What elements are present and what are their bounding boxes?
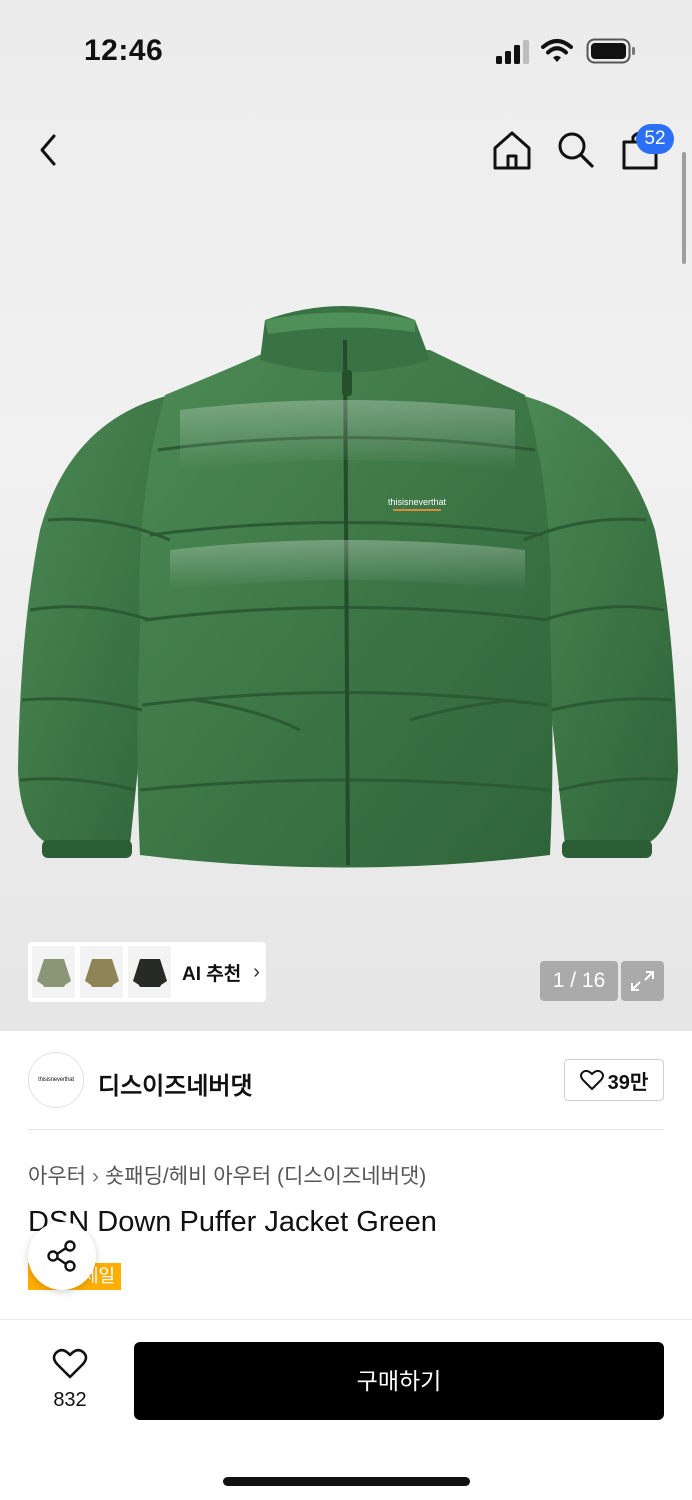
chevron-left-icon xyxy=(40,134,56,166)
divider xyxy=(28,1129,664,1130)
wifi-icon xyxy=(541,39,573,62)
product-image[interactable]: thisisneverthat xyxy=(10,300,684,890)
search-button[interactable] xyxy=(554,128,598,172)
battery-icon xyxy=(586,38,635,64)
status-bar: 12:46 xyxy=(0,0,692,100)
expand-icon xyxy=(631,971,654,991)
heart-icon xyxy=(52,1348,88,1379)
jacket-thumbnail-icon xyxy=(84,959,119,987)
expand-button[interactable] xyxy=(621,961,664,1001)
ai-recommend-label: AI 추천 xyxy=(182,963,242,985)
buy-button[interactable]: 구매하기 xyxy=(134,1342,664,1420)
breadcrumb: 아우터 › 숏패딩/헤비 아우터 (디스이즈네버댓) xyxy=(28,1160,426,1190)
breadcrumb-subcategory[interactable]: 숏패딩/헤비 아우터 (디스이즈네버댓) xyxy=(105,1165,426,1188)
cellular-signal-icon xyxy=(496,40,529,64)
cart-count-badge: 52 xyxy=(636,124,674,154)
product-title: DSN Down Puffer Jacket Green xyxy=(28,1206,437,1238)
jacket-thumbnail-icon xyxy=(36,959,71,987)
chevron-right-icon: › xyxy=(253,960,260,983)
product-logo-text: thisisneverthat xyxy=(388,497,447,507)
ai-thumbnail-olive[interactable] xyxy=(32,946,75,998)
ai-thumbnail-khaki[interactable] xyxy=(80,946,123,998)
breadcrumb-category[interactable]: 아우터 xyxy=(28,1165,86,1188)
brand-like-count: 39만 xyxy=(607,1071,649,1094)
share-button[interactable] xyxy=(28,1222,96,1290)
ai-recommend-card[interactable]: AI 추천 › xyxy=(28,942,266,1002)
search-icon xyxy=(558,132,594,168)
wishlist-button[interactable]: 832 xyxy=(40,1348,100,1412)
brand-logo[interactable]: thisisneverthat xyxy=(28,1052,84,1108)
brand-name[interactable]: 디스이즈네버댓 xyxy=(98,1066,253,1101)
status-time: 12:46 xyxy=(84,34,164,67)
heart-icon xyxy=(579,1069,604,1090)
page-counter: 1 / 16 xyxy=(540,961,618,1001)
wishlist-count: 832 xyxy=(53,1389,87,1411)
chevron-right-icon: › xyxy=(91,1165,99,1188)
jacket-thumbnail-icon xyxy=(132,959,167,987)
ai-thumbnail-black[interactable] xyxy=(128,946,171,998)
home-button[interactable] xyxy=(490,128,534,172)
share-icon xyxy=(47,1240,76,1272)
bottom-action-bar: 832 구매하기 xyxy=(0,1319,692,1500)
brand-row[interactable]: thisisneverthat 디스이즈네버댓 39만 xyxy=(28,1052,664,1110)
brand-like-button[interactable]: 39만 xyxy=(564,1059,664,1101)
scrollbar[interactable] xyxy=(682,152,686,264)
home-indicator[interactable] xyxy=(223,1477,470,1486)
home-icon xyxy=(493,131,531,170)
back-button[interactable] xyxy=(30,128,70,172)
product-gallery[interactable]: 12:46 52 thisisneverthat AI 추천 › 1 / 16 xyxy=(0,0,692,1031)
